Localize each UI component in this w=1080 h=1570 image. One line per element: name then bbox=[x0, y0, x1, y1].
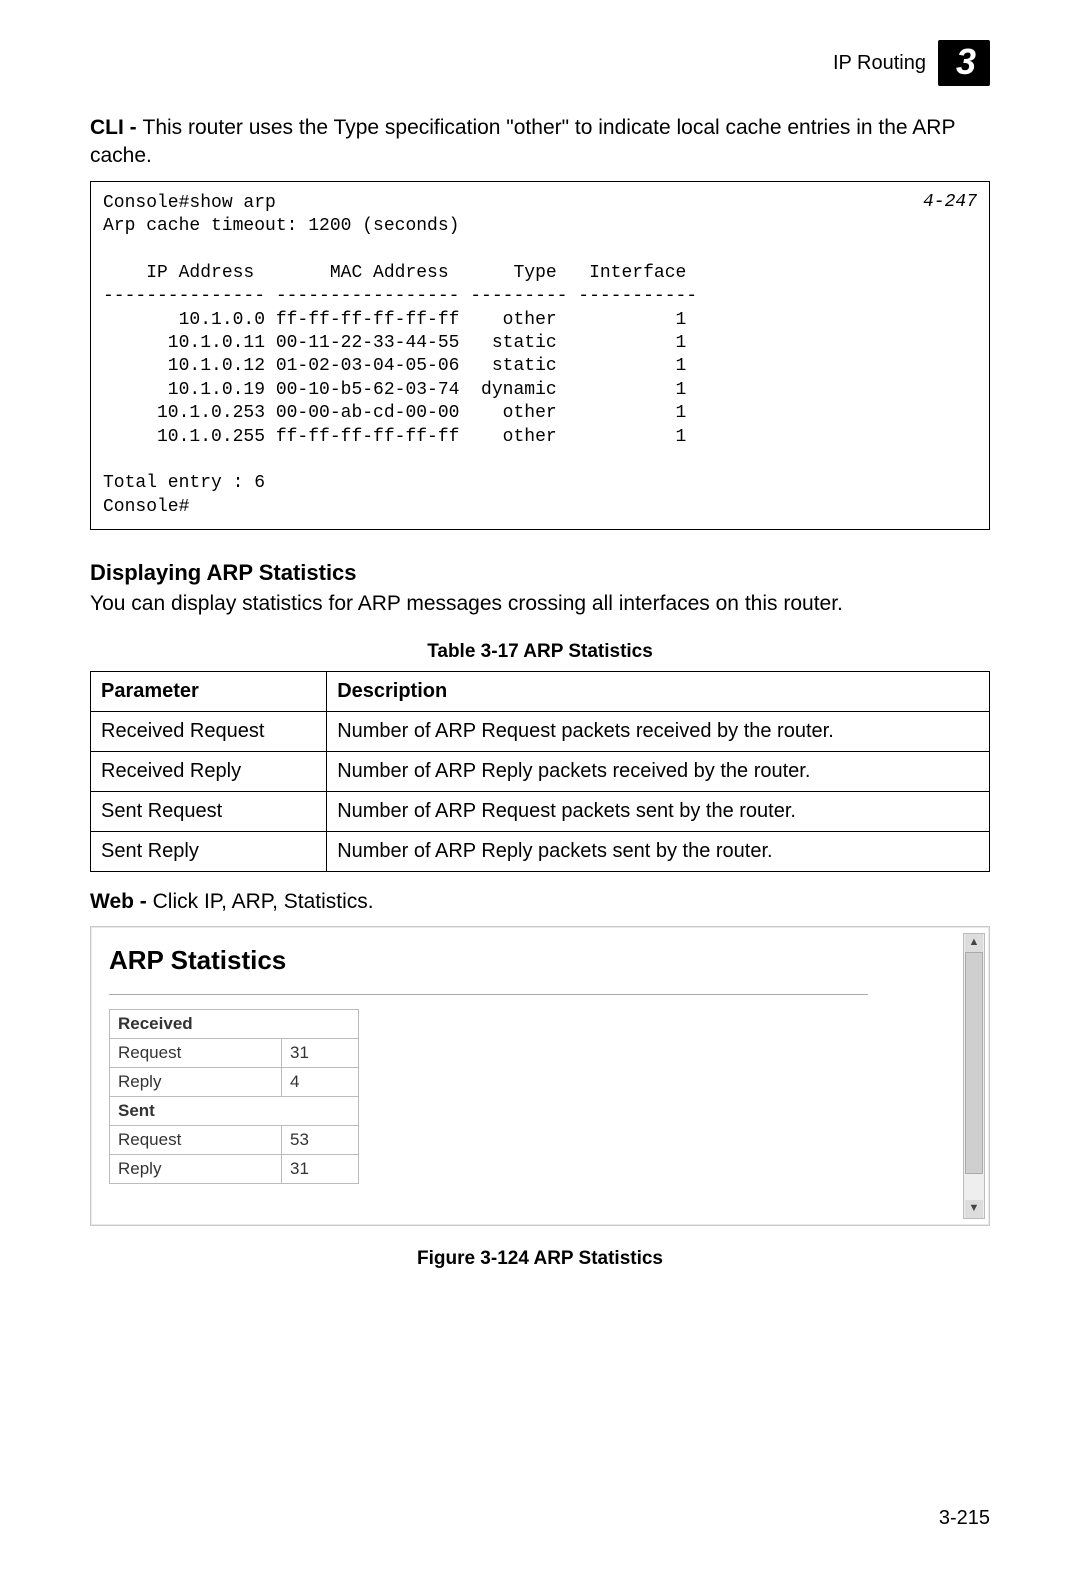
web-panel-title: ARP Statistics bbox=[109, 945, 971, 976]
chapter-badge: 3 bbox=[938, 40, 990, 86]
arp-stats-web-table: Received Request 31 Reply 4 Sent Request… bbox=[109, 1009, 359, 1184]
table-header-row: Parameter Description bbox=[91, 671, 990, 711]
chapter-number: 3 bbox=[956, 44, 976, 80]
section-text: You can display statistics for ARP messa… bbox=[90, 590, 990, 618]
section-heading: Displaying ARP Statistics bbox=[90, 560, 990, 586]
scroll-thumb[interactable] bbox=[965, 952, 983, 1174]
table-row: Sent Request Number of ARP Request packe… bbox=[91, 791, 990, 831]
sent-request-value: 53 bbox=[282, 1125, 359, 1154]
web-text: Click IP, ARP, Statistics. bbox=[153, 890, 374, 913]
col-header-description: Description bbox=[327, 671, 990, 711]
header-section-label: IP Routing bbox=[833, 52, 926, 75]
table-caption: Table 3-17 ARP Statistics bbox=[90, 641, 990, 663]
table-row: Received Request Number of ARP Request p… bbox=[91, 711, 990, 751]
cli-label: CLI - bbox=[90, 116, 143, 139]
table-row: Sent Reply Number of ARP Reply packets s… bbox=[91, 831, 990, 871]
web-label: Web - bbox=[90, 890, 153, 913]
col-header-parameter: Parameter bbox=[91, 671, 327, 711]
web-instruction: Web - Click IP, ARP, Statistics. bbox=[90, 890, 990, 914]
group-received-label: Received bbox=[110, 1009, 359, 1038]
scroll-track[interactable] bbox=[964, 952, 984, 1200]
divider bbox=[109, 994, 868, 995]
table-row: Received Reply Number of ARP Reply packe… bbox=[91, 751, 990, 791]
cli-output: Console#show arp Arp cache timeout: 1200… bbox=[103, 192, 977, 519]
sent-request-label: Request bbox=[110, 1125, 282, 1154]
cli-intro-text: This router uses the Type specification … bbox=[90, 116, 955, 167]
received-request-value: 31 bbox=[282, 1038, 359, 1067]
page-number: 3-215 bbox=[939, 1507, 990, 1530]
cli-intro-paragraph: CLI - This router uses the Type specific… bbox=[90, 114, 990, 171]
figure-caption: Figure 3-124 ARP Statistics bbox=[90, 1248, 990, 1270]
received-request-label: Request bbox=[110, 1038, 282, 1067]
scroll-down-button[interactable]: ▼ bbox=[965, 1200, 983, 1218]
page-header: IP Routing 3 bbox=[90, 40, 990, 86]
received-reply-value: 4 bbox=[282, 1067, 359, 1096]
arp-statistics-table: Parameter Description Received Request N… bbox=[90, 671, 990, 872]
received-reply-label: Reply bbox=[110, 1067, 282, 1096]
group-sent-label: Sent bbox=[110, 1096, 359, 1125]
scroll-up-button[interactable]: ▲ bbox=[965, 934, 983, 952]
web-screenshot: ARP Statistics Received Request 31 Reply… bbox=[90, 926, 990, 1226]
cli-reference-number: 4-247 bbox=[923, 192, 977, 212]
sent-reply-label: Reply bbox=[110, 1154, 282, 1183]
vertical-scrollbar[interactable]: ▲ ▼ bbox=[963, 933, 985, 1219]
sent-reply-value: 31 bbox=[282, 1154, 359, 1183]
cli-output-box: 4-247 Console#show arp Arp cache timeout… bbox=[90, 181, 990, 530]
